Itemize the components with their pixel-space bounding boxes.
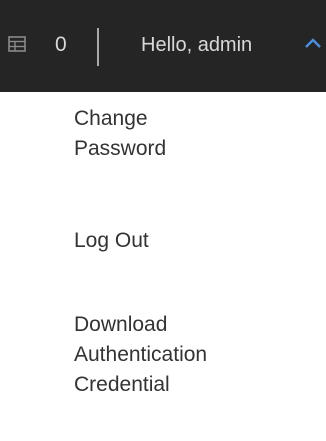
- change-password-item[interactable]: Change Password: [74, 104, 314, 164]
- top-bar: 0 Hello, admin: [0, 0, 326, 92]
- download-credential-item[interactable]: Download Authentication Credential: [74, 310, 314, 400]
- chevron-up-icon[interactable]: [304, 36, 322, 50]
- log-out-item[interactable]: Log Out: [74, 226, 314, 256]
- table-icon[interactable]: [8, 36, 26, 52]
- divider: [97, 28, 99, 66]
- user-dropdown-menu: Change Password Log Out Download Authent…: [0, 92, 326, 441]
- user-menu-toggle[interactable]: Hello, admin: [141, 33, 252, 57]
- item-count[interactable]: 0: [55, 33, 67, 57]
